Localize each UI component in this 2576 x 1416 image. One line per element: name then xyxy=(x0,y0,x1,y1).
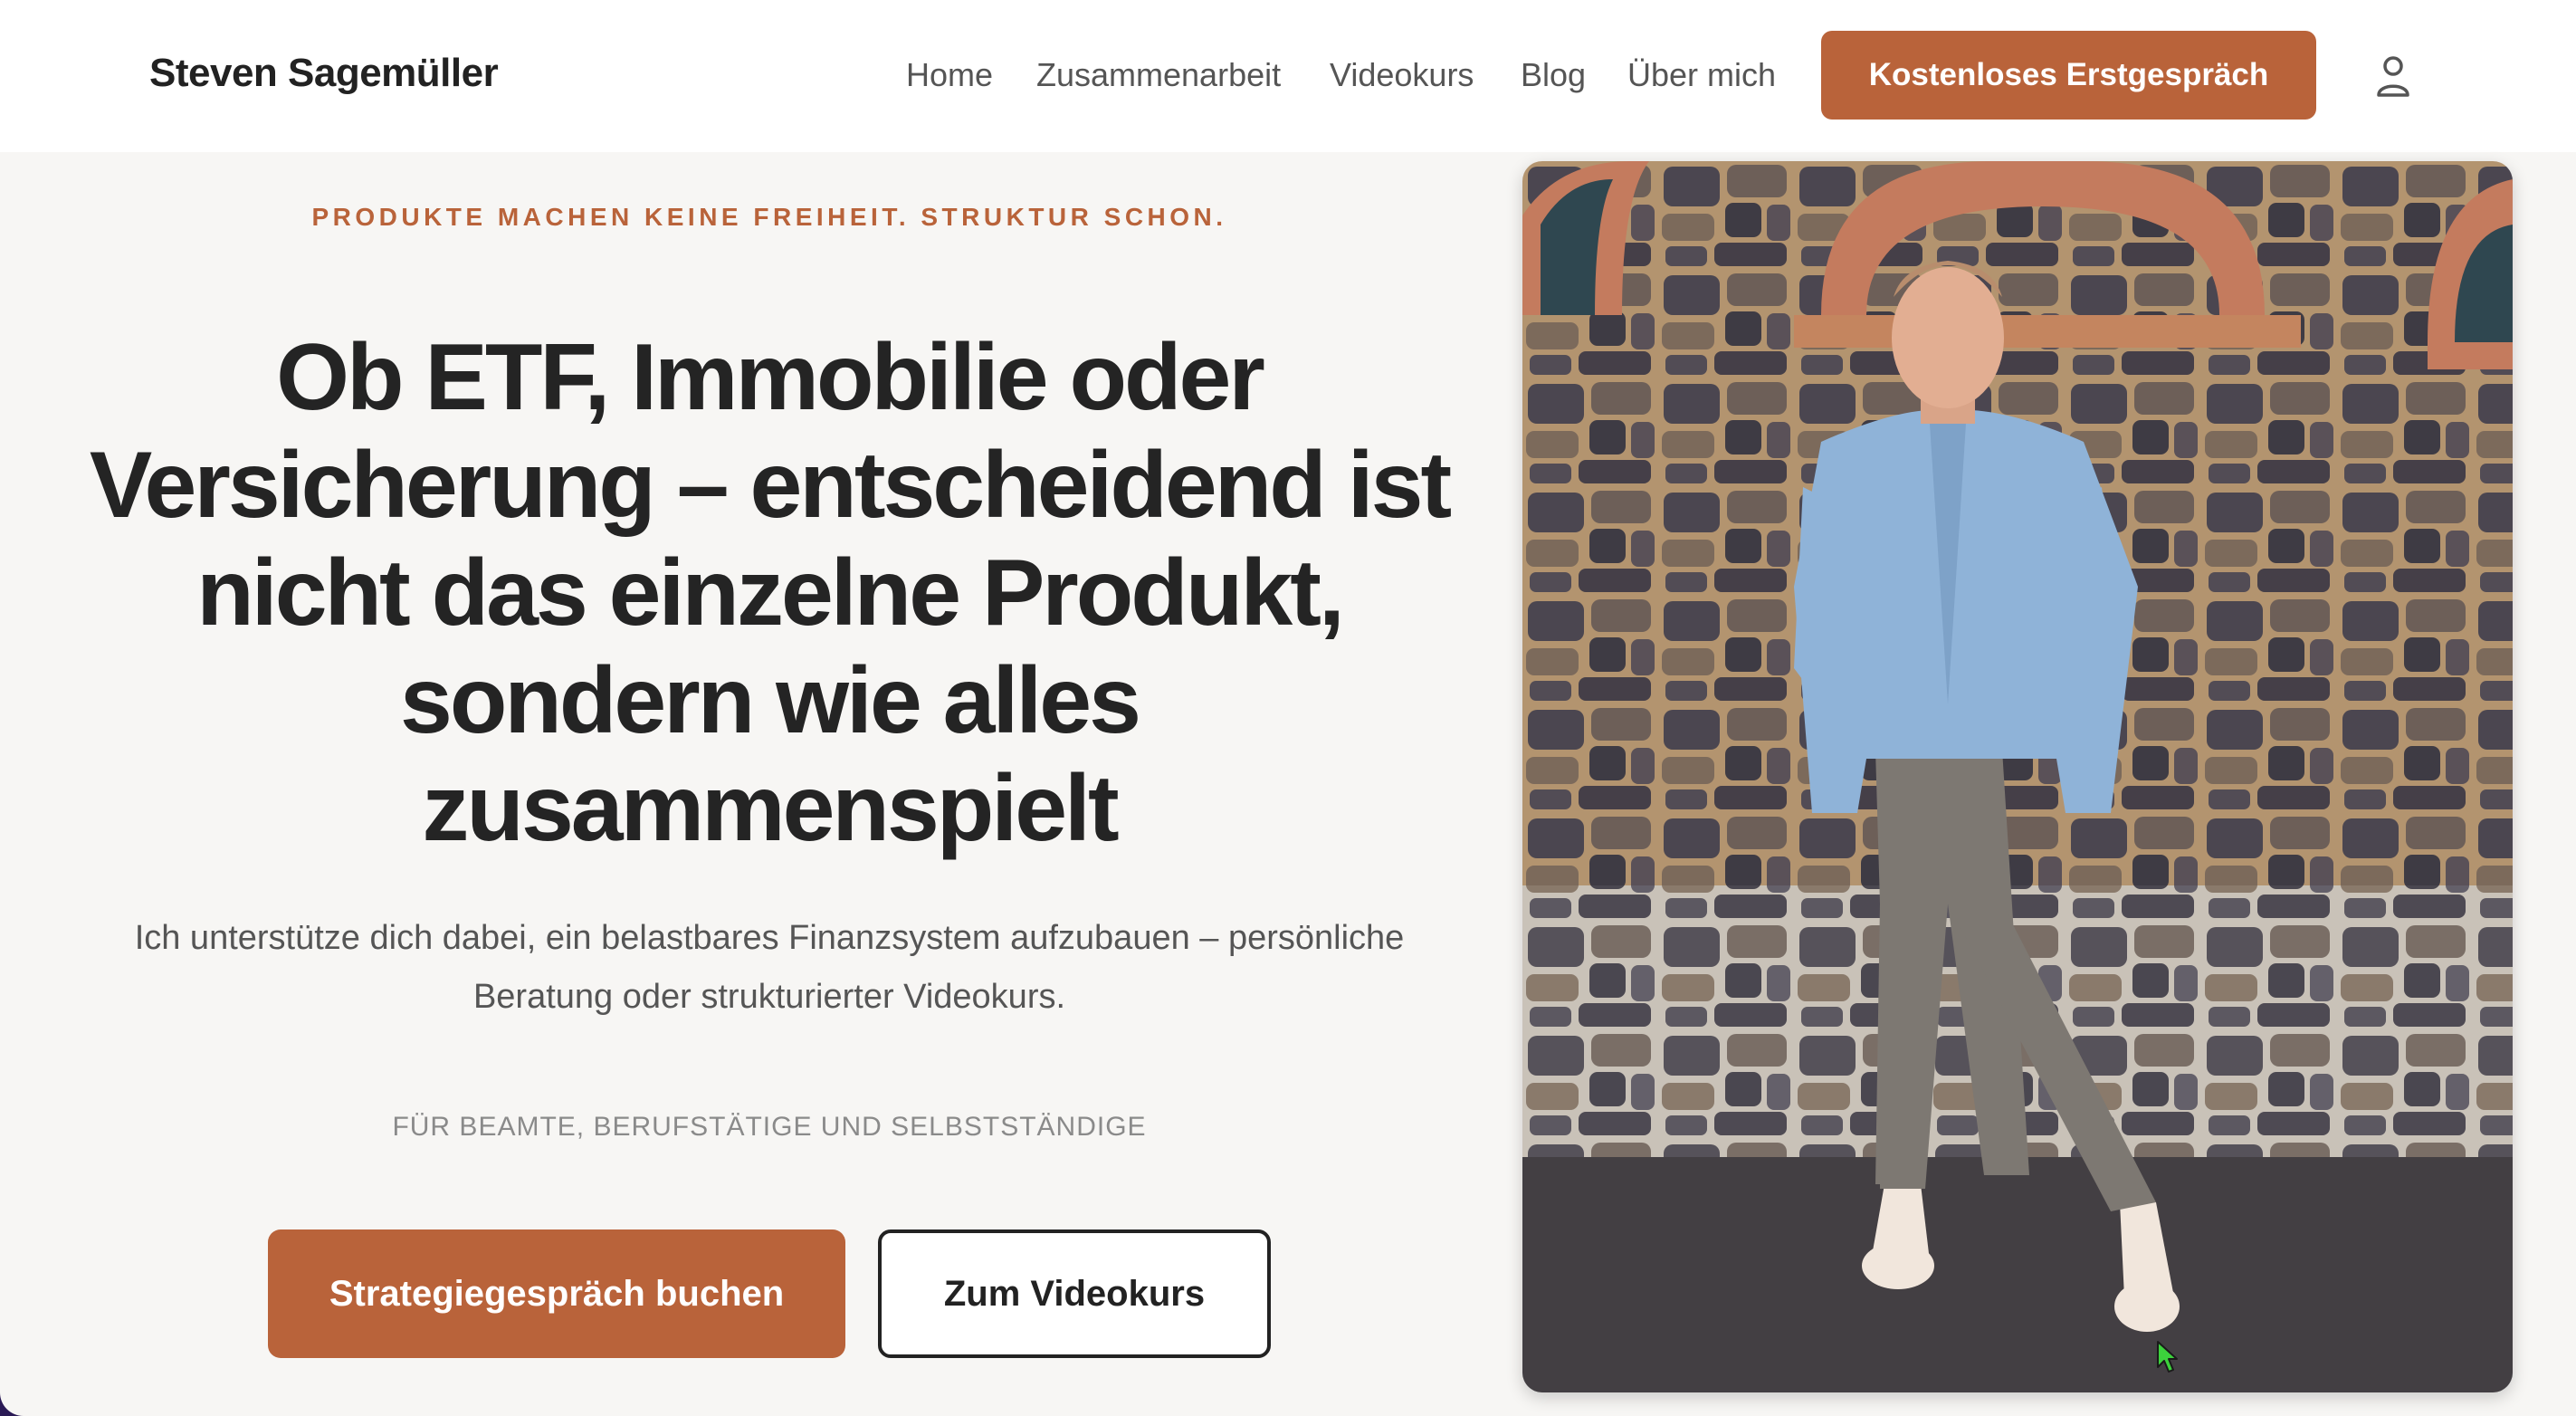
brand-logo[interactable]: Steven Sagemüller xyxy=(149,51,499,96)
target-audience: FÜR BEAMTE, BERUFSTÄTIGE UND SELBSTSTÄND… xyxy=(392,1112,1147,1142)
nav-blog[interactable]: Blog xyxy=(1521,56,1586,96)
nav-home[interactable]: Home xyxy=(906,56,993,96)
nav-ueber-mich[interactable]: Über mich xyxy=(1627,56,1776,96)
site-header: Steven Sagemüller Home Zusammenarbeit Vi… xyxy=(0,0,2576,152)
hero-eyebrow: PRODUKTE MACHEN KEINE FREIHEIT. STRUKTUR… xyxy=(311,203,1227,231)
headline-line: nicht das einzelne Produkt, xyxy=(196,541,1344,646)
mouse-cursor-icon xyxy=(2156,1340,2180,1374)
nav-videokurs[interactable]: Videokurs xyxy=(1330,56,1474,96)
hero-subline: Ich unterstütze dich dabei, ein belastba… xyxy=(134,919,1405,1016)
headline-line: zusammenspielt xyxy=(422,756,1119,861)
free-consultation-button[interactable]: Kostenloses Erstgespräch xyxy=(1821,31,2316,120)
book-strategy-call-button[interactable]: Strategiegespräch buchen xyxy=(268,1229,845,1358)
hero-headline: Ob ETF, Immobilie oder Versicherung – en… xyxy=(36,324,1503,863)
headline-line: sondern wie alles xyxy=(400,648,1141,753)
video-course-button[interactable]: Zum Videokurs xyxy=(878,1229,1271,1358)
page: Steven Sagemüller Home Zusammenarbeit Vi… xyxy=(0,0,2576,1416)
user-icon[interactable] xyxy=(2373,54,2413,98)
hero-portrait-photo xyxy=(1522,161,2513,1392)
portrait-illustration xyxy=(1522,161,2513,1392)
headline-line: Ob ETF, Immobilie oder xyxy=(276,325,1265,430)
nav-zusammenarbeit[interactable]: Zusammenarbeit xyxy=(1036,56,1281,96)
headline-line: Versicherung – entscheidend ist xyxy=(89,433,1452,538)
